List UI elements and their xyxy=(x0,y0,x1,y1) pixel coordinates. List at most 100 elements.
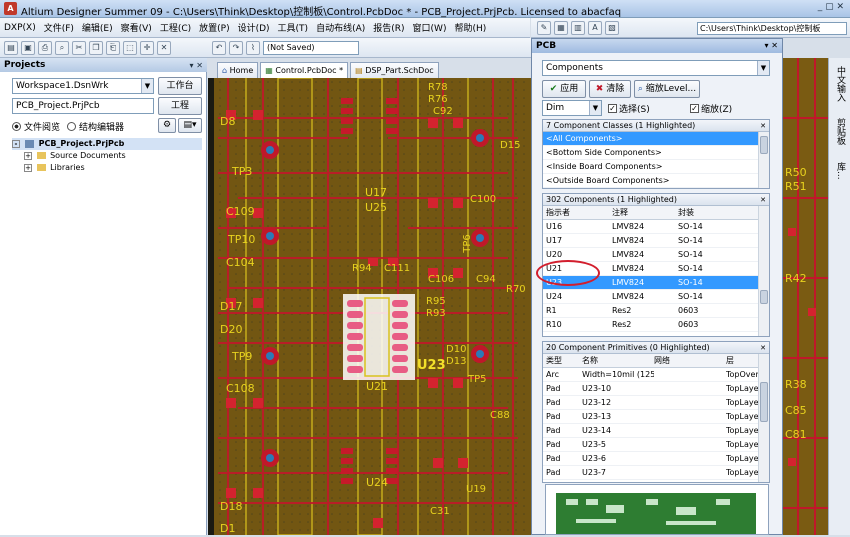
component-row[interactable]: U24 LMV824 SO-14 xyxy=(543,290,769,304)
collapse-icon[interactable]: ✕ xyxy=(760,194,766,206)
primitive-row[interactable]: Pad U23-6 TopLaye xyxy=(543,452,769,466)
project-options-icon[interactable]: ⚙ xyxy=(158,118,176,133)
menu-window[interactable]: 窗口(W) xyxy=(413,21,447,34)
col-header-type[interactable]: 类型 xyxy=(546,354,582,367)
board-preview[interactable] xyxy=(545,484,769,535)
zoom-icon[interactable]: ⌕ xyxy=(55,41,69,55)
deselect-icon[interactable]: ✕ xyxy=(157,41,171,55)
panel-controls[interactable]: ▾ ✕ xyxy=(189,59,203,73)
menu-project[interactable]: 工程(C) xyxy=(160,21,191,34)
class-row[interactable]: <Bottom Side Components> xyxy=(543,146,769,160)
class-row[interactable]: <Outside Board Components> xyxy=(543,174,769,188)
select-checkbox[interactable]: ✓ xyxy=(608,104,617,113)
pen-icon[interactable]: ✎ xyxy=(537,21,551,35)
col-header-footprint[interactable]: 封装 xyxy=(678,206,758,219)
side-tab-clipboard[interactable]: 剪贴板 xyxy=(834,118,847,145)
grid-icon[interactable]: ▦ xyxy=(554,21,568,35)
tab-control-pcbdoc[interactable]: ▦ Control.PcbDoc * xyxy=(260,62,349,78)
window-controls[interactable]: _ ▢ ✕ xyxy=(818,2,844,12)
project-button[interactable]: 工程 xyxy=(158,97,202,115)
panel-controls[interactable]: ▾ ✕ xyxy=(764,39,778,53)
menu-file[interactable]: 文件(F) xyxy=(44,21,74,34)
component-row[interactable]: U16 LMV824 SO-14 xyxy=(543,220,769,234)
cell-layer: TopLaye xyxy=(726,468,759,477)
undo-icon[interactable]: ↶ xyxy=(212,41,226,55)
move-icon[interactable]: ✛ xyxy=(140,41,154,55)
collapse-icon[interactable]: - xyxy=(12,139,20,148)
apply-label: 应用 xyxy=(560,84,579,94)
tab-home[interactable]: ⌂ Home xyxy=(217,62,259,78)
path-field[interactable]: C:\Users\Think\Desktop\控制板 xyxy=(697,22,847,35)
component-row[interactable]: R10 Res2 0603 xyxy=(543,318,769,332)
primitives-scrollbar[interactable] xyxy=(758,354,769,482)
class-row[interactable]: <Inside Board Components> xyxy=(543,160,769,174)
silk-label-c94: C94 xyxy=(476,274,496,285)
redo-icon[interactable]: ↷ xyxy=(229,41,243,55)
text-icon[interactable]: A xyxy=(588,21,602,35)
menu-view[interactable]: 察看(V) xyxy=(121,21,152,34)
primitive-row[interactable]: Pad U23-5 TopLaye xyxy=(543,438,769,452)
collapse-icon[interactable]: ✕ xyxy=(760,120,766,132)
component-row[interactable]: U17 LMV824 SO-14 xyxy=(543,234,769,248)
menu-reports[interactable]: 报告(R) xyxy=(373,21,404,34)
menu-edit[interactable]: 编辑(E) xyxy=(82,21,113,34)
menu-place[interactable]: 放置(P) xyxy=(199,21,229,34)
print-icon[interactable]: ⎙ xyxy=(38,41,52,55)
menu-autoroute[interactable]: 自动布线(A) xyxy=(316,21,365,34)
class-row[interactable]: <All Components> xyxy=(543,132,769,146)
expand-icon[interactable]: + xyxy=(24,163,32,172)
radio-file-view[interactable] xyxy=(12,122,21,131)
folder-menu-icon[interactable]: ▤▾ xyxy=(178,118,202,133)
copy-icon[interactable]: ❐ xyxy=(89,41,103,55)
menu-tools[interactable]: 工具(T) xyxy=(278,21,309,34)
scroll-thumb[interactable] xyxy=(760,290,768,304)
cut-icon[interactable]: ✂ xyxy=(72,41,86,55)
pcb-mode-select[interactable]: Components ▼ xyxy=(542,60,770,76)
zoom-checkbox[interactable]: ✓ xyxy=(690,104,699,113)
tree-item-project[interactable]: - PCB_Project.PrjPcb xyxy=(12,138,202,150)
tree-item-libraries[interactable]: + Libraries xyxy=(12,162,202,174)
col-header-comment[interactable]: 注释 xyxy=(612,206,678,219)
primitive-row[interactable]: Pad U23-13 TopLaye xyxy=(543,410,769,424)
workspace-button[interactable]: 工作台 xyxy=(158,77,202,95)
pcb-canvas-right[interactable]: R50 R51 R42 R38 C85 C81 xyxy=(783,58,828,535)
save-icon[interactable]: ▣ xyxy=(21,41,35,55)
apply-button[interactable]: ✔ 应用 xyxy=(542,80,586,98)
primitive-row[interactable]: Pad U23-10 TopLaye xyxy=(543,382,769,396)
project-field[interactable]: PCB_Project.PrjPcb xyxy=(12,98,154,114)
menu-dxp[interactable]: DXP(X) xyxy=(4,23,36,33)
clear-button[interactable]: ✖ 清除 xyxy=(589,80,631,98)
pcb-canvas[interactable]: D8 TP3 C109 TP10 C104 D17 D20 TP9 C108 D… xyxy=(208,78,531,535)
primitive-row[interactable]: Arc Width=10mil (125 TopOver xyxy=(543,368,769,382)
open-icon[interactable]: ▤ xyxy=(4,41,18,55)
component-row[interactable]: R1 Res2 0603 xyxy=(543,304,769,318)
col-header-name[interactable]: 名称 xyxy=(582,354,654,367)
classes-scrollbar[interactable] xyxy=(758,132,769,188)
select-icon[interactable]: ⬚ xyxy=(123,41,137,55)
menu-design[interactable]: 设计(D) xyxy=(238,21,270,34)
radio-structure-view[interactable] xyxy=(67,122,77,131)
scroll-thumb[interactable] xyxy=(760,136,768,154)
tab-dsp-part-schdoc[interactable]: ▤ DSP_Part.SchDoc xyxy=(350,62,439,78)
primitive-row[interactable]: Pad U23-12 TopLaye xyxy=(543,396,769,410)
zoom-level-button[interactable]: ⌕ 缩放Level... xyxy=(634,80,700,98)
dim-select[interactable]: Dim ▼ xyxy=(542,100,602,116)
col-header-designator[interactable]: 指示者 xyxy=(546,206,612,219)
side-tab-chinese-input[interactable]: 中文输入 xyxy=(834,66,847,102)
workspace-select[interactable]: Workspace1.DsnWrk ▼ xyxy=(12,78,154,94)
scroll-thumb[interactable] xyxy=(760,382,768,422)
col-header-net[interactable]: 网络 xyxy=(654,354,726,367)
components-scrollbar[interactable] xyxy=(758,206,769,336)
chart-icon[interactable]: ▧ xyxy=(605,21,619,35)
primitive-row[interactable]: Pad U23-7 TopLaye xyxy=(543,466,769,480)
col-header-layer[interactable]: 层 xyxy=(726,354,760,367)
collapse-icon[interactable]: ✕ xyxy=(760,342,766,354)
expand-icon[interactable]: + xyxy=(24,151,32,160)
primitive-row[interactable]: Pad U23-14 TopLaye xyxy=(543,424,769,438)
tree-item-source-docs[interactable]: + Source Documents xyxy=(12,150,202,162)
route-icon[interactable]: ⌇ xyxy=(246,41,260,55)
side-tab-libraries[interactable]: 库... xyxy=(834,162,847,180)
menu-help[interactable]: 帮助(H) xyxy=(454,21,486,34)
layer-icon[interactable]: ▥ xyxy=(571,21,585,35)
paste-icon[interactable]: ⎗ xyxy=(106,41,120,55)
